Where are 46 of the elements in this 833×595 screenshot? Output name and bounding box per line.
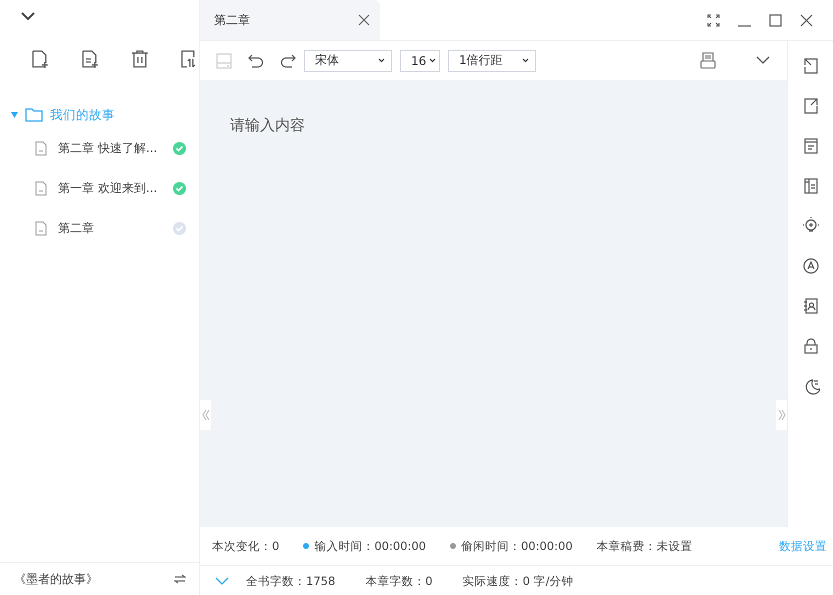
caret-icon xyxy=(522,58,529,63)
line-spacing-select[interactable]: 1倍行距 xyxy=(448,50,536,72)
font-select[interactable]: 宋体 xyxy=(304,50,392,72)
font-icon[interactable] xyxy=(802,257,820,275)
export-icon[interactable] xyxy=(802,57,820,75)
caret-icon xyxy=(378,58,385,63)
close-icon[interactable] xyxy=(800,14,813,26)
book-title: 《墨者的故事》 xyxy=(14,570,98,588)
switch-icon[interactable] xyxy=(174,574,186,584)
status-text: 全书字数：1758 xyxy=(246,574,336,588)
size-select[interactable]: 16 xyxy=(400,50,440,72)
chapter-item[interactable]: 第一章 欢迎来到... xyxy=(0,168,199,208)
editor-field[interactable]: 请输入内容 xyxy=(200,80,787,527)
document-icon[interactable] xyxy=(802,137,820,155)
maximize-icon[interactable] xyxy=(769,14,782,26)
table-icon[interactable] xyxy=(802,177,820,195)
folder-icon xyxy=(25,108,43,122)
chapter-tab[interactable]: 第二章 xyxy=(200,0,380,40)
collapse-left-handle[interactable] xyxy=(200,400,211,430)
chapter-item[interactable]: 第二章 快速了解... xyxy=(0,128,199,168)
status-text: 输入时间：00:00:00 xyxy=(314,538,426,554)
lock-icon[interactable] xyxy=(802,337,820,355)
file-icon xyxy=(35,220,47,236)
status-text: 本章字数：0 xyxy=(365,574,433,588)
status-text: 本次变化：0 xyxy=(212,538,280,554)
contacts-icon[interactable] xyxy=(802,297,820,315)
redo-icon[interactable] xyxy=(280,52,296,68)
new-folder-icon[interactable] xyxy=(30,49,50,69)
expand-triangle-icon[interactable] xyxy=(11,112,18,118)
status-text: 实际速度：0 字/分钟 xyxy=(462,574,574,588)
caret-icon xyxy=(429,58,436,63)
status-text: 本章稿费：未设置 xyxy=(596,538,693,554)
close-tab-icon[interactable] xyxy=(358,14,370,26)
file-icon xyxy=(35,180,47,196)
expand-icon[interactable] xyxy=(756,56,770,65)
trash-icon[interactable] xyxy=(130,49,150,69)
file-icon xyxy=(35,140,47,156)
undo-icon[interactable] xyxy=(248,52,264,68)
import-icon[interactable] xyxy=(802,97,820,115)
printer-icon[interactable] xyxy=(700,52,716,69)
fullscreen-icon[interactable] xyxy=(707,14,720,26)
status-text: 偷闲时间：00:00:00 xyxy=(460,538,573,554)
chapter-item[interactable]: 第二章 xyxy=(0,208,199,248)
collapse-right-handle[interactable] xyxy=(776,400,787,430)
collapse-icon[interactable] xyxy=(21,11,35,21)
new-file-icon[interactable] xyxy=(80,49,100,69)
